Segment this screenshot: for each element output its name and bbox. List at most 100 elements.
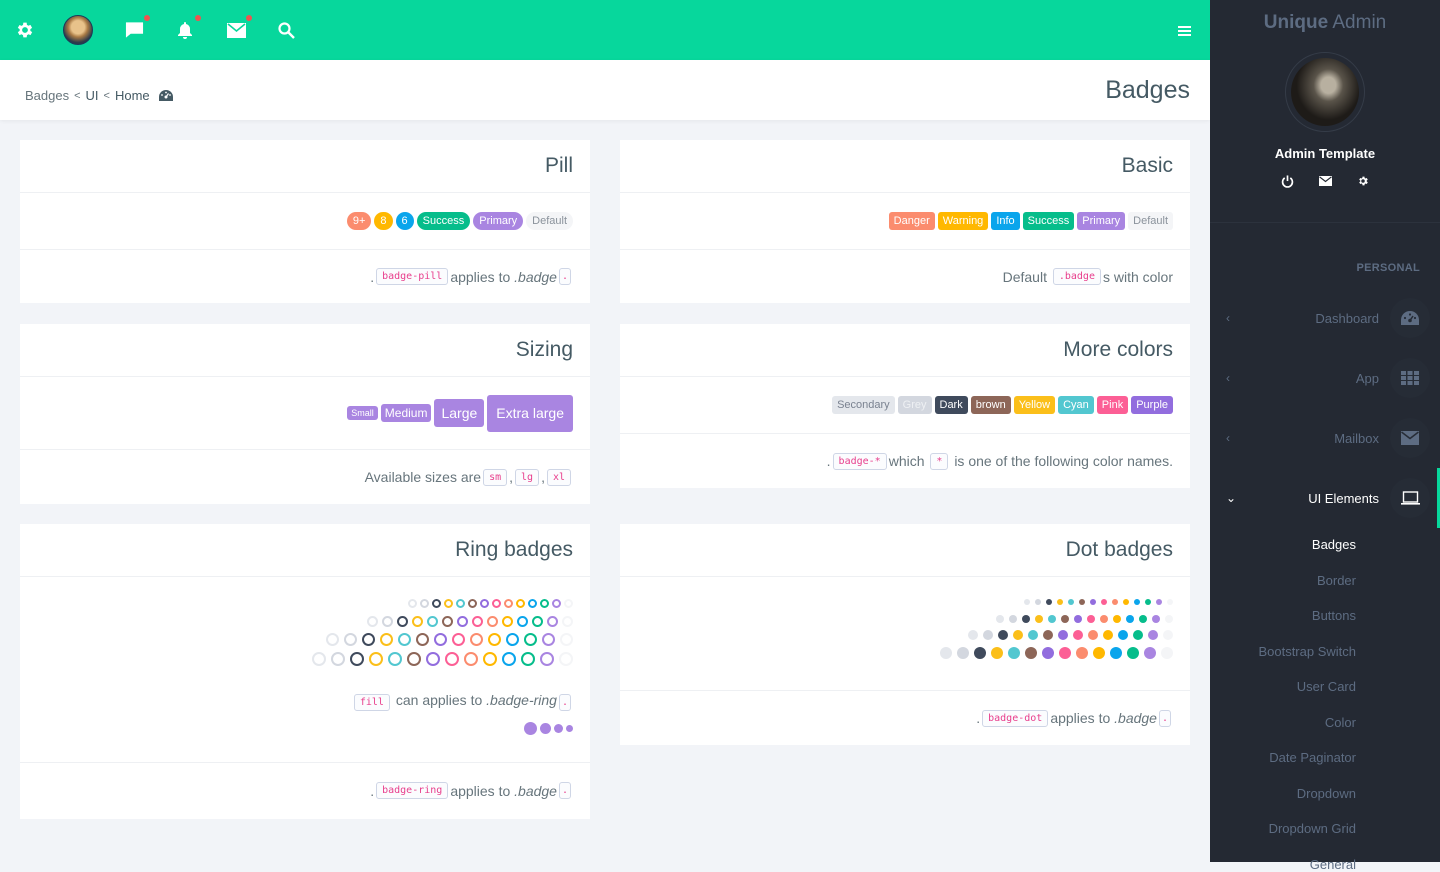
dot-badge [1145, 599, 1151, 605]
ring-row [312, 652, 573, 666]
sidebar-item-mailbox[interactable]: ‹ Mailbox [1210, 408, 1440, 468]
card-title: More colors [1063, 338, 1173, 361]
sidebar-item-ui-elements[interactable]: ⌄ UI Elements [1210, 468, 1440, 528]
filled-ring-badge [566, 725, 573, 732]
submenu-item-color[interactable]: Color [1325, 715, 1356, 730]
dot-note: . badge-dot applies to .badge. [620, 691, 1190, 745]
ring-badge [506, 633, 519, 646]
note-em: .badge-ring [486, 692, 557, 708]
messages-button[interactable] [122, 15, 150, 42]
submenu-item-bootstrap-switch[interactable]: Bootstrap Switch [1258, 644, 1356, 659]
more-color-badges: Secondary Grey Dark brown Yellow Cyan Pink Purp… [620, 377, 1190, 434]
dot-badge [1123, 599, 1129, 605]
submenu-item-border[interactable]: Border [1317, 573, 1356, 588]
submenu-item-dropdown-grid[interactable]: Dropdown Grid [1269, 821, 1356, 836]
badge-9: 9+ [346, 212, 372, 230]
ring-badge [562, 616, 573, 627]
dot-badge [1009, 615, 1017, 623]
ring-badge [362, 633, 375, 646]
note-text: . [976, 710, 981, 726]
menu-toggle[interactable] [1178, 26, 1191, 36]
dashboard-icon[interactable] [158, 90, 173, 101]
submenu-item-buttons[interactable]: Buttons [1312, 608, 1356, 623]
profile-settings-button[interactable] [1356, 174, 1370, 188]
badge-success: Success [416, 212, 471, 230]
ring-rows [312, 599, 573, 672]
note-text: applies to [450, 268, 511, 285]
code-badge: .badge [1052, 268, 1101, 285]
code-sm: sm [483, 468, 508, 486]
chevron-left-icon: ‹ [1226, 371, 1230, 385]
profile-avatar[interactable] [1285, 52, 1365, 132]
ring-badge [559, 652, 573, 666]
ring-badge [504, 599, 513, 608]
mail-button[interactable] [224, 15, 252, 42]
ring-badge [516, 599, 525, 608]
sidebar-item-label: App [1355, 370, 1379, 386]
logout-button[interactable] [1280, 174, 1294, 188]
dot-badge [983, 630, 993, 640]
badge-size-sm: Small [347, 406, 378, 420]
ring-badge [412, 616, 423, 627]
ring-badge [540, 652, 554, 666]
sizing-card: Sizing Small Medium Large Extra large Avail… [20, 324, 590, 504]
profile-mail-button[interactable] [1318, 174, 1332, 188]
search-icon [277, 21, 295, 39]
badge-6: 6 [395, 212, 414, 230]
code-badge-ring: badge-ring [376, 782, 449, 799]
sidebar-item-app[interactable]: ‹ App [1210, 348, 1440, 408]
ring-badge [369, 652, 383, 666]
notifications-button[interactable] [173, 15, 201, 42]
card-title: Dot badges [1065, 538, 1173, 561]
dot-badge [1057, 599, 1063, 605]
dot-badge [1161, 647, 1173, 659]
submenu-item-user-card[interactable]: User Card [1297, 679, 1356, 694]
note-text: . [826, 453, 831, 469]
notification-dot [195, 15, 201, 21]
ring-badge [472, 616, 483, 627]
dot-badge [1058, 630, 1068, 640]
submenu-item-badges[interactable]: Badges [1312, 537, 1356, 552]
note-text: . [370, 268, 375, 285]
badge-default: Default [526, 212, 573, 230]
search-button[interactable] [274, 18, 298, 42]
dot-badge [1167, 599, 1173, 605]
ring-badge [416, 633, 429, 646]
sidebar-item-label: Dashboard [1315, 310, 1379, 326]
code-dot: . [558, 694, 571, 711]
submenu-item-date-paginator[interactable]: Date Paginator [1269, 750, 1356, 765]
ring-badge [444, 599, 453, 608]
dot-badge [996, 615, 1004, 623]
submenu-item-general[interactable]: General [1310, 857, 1356, 872]
dot-badge [1074, 615, 1082, 623]
more-colors-card: More colors Secondary Grey Dark brown Yellow… [620, 324, 1190, 488]
ring-badge [331, 652, 345, 666]
dot-badge [1048, 615, 1056, 623]
dot-badge [1061, 615, 1069, 623]
breadcrumb-ui[interactable]: UI [86, 88, 99, 103]
brand-bold: Unique [1263, 12, 1329, 33]
settings-button[interactable] [13, 18, 37, 42]
sidebar-item-dashboard[interactable]: ‹ Dashboard [1210, 288, 1440, 348]
notification-dot [144, 15, 150, 21]
badge-brown: brown [970, 396, 1011, 414]
dot-rows [940, 599, 1173, 666]
code-xl: xl [546, 468, 571, 486]
dot-badge [1042, 647, 1054, 659]
submenu-item-dropdown[interactable]: Dropdown [1297, 786, 1356, 801]
dot-badge [1163, 630, 1173, 640]
user-avatar[interactable] [63, 15, 93, 45]
sidebar-divider [1210, 222, 1440, 223]
ring-badge [408, 599, 417, 608]
ring-badge [344, 633, 357, 646]
code-badge-dot: badge-dot [982, 709, 1049, 727]
hamburger-line [1178, 34, 1191, 36]
dot-badge [1024, 599, 1030, 605]
dot-badge [1152, 615, 1160, 623]
breadcrumb-home[interactable]: Home [115, 88, 150, 103]
breadcrumb-badges[interactable]: Badges [25, 88, 69, 103]
filled-ring-badge [554, 724, 563, 733]
brand-logo[interactable]: Unique Admin [1210, 12, 1440, 34]
ring-badge [464, 652, 478, 666]
profile-image [1291, 58, 1359, 126]
